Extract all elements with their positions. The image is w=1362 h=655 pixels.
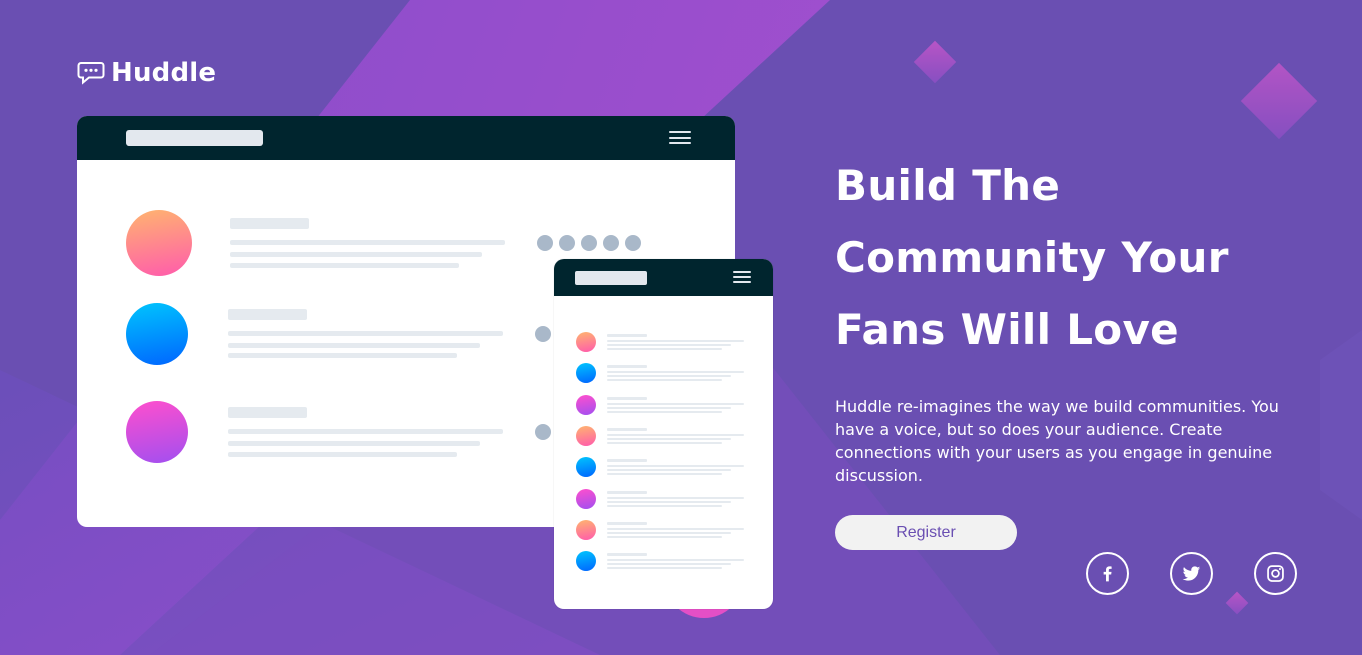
hamburger-menu-icon	[669, 131, 691, 144]
headline-line: Community Your	[835, 233, 1229, 282]
mockup-list-item	[554, 332, 773, 354]
mockup-browser-bar	[77, 116, 735, 160]
mockup-url-placeholder	[126, 130, 263, 146]
mockup-text-line	[607, 410, 722, 413]
mockup-text-line	[607, 427, 647, 431]
mockup-list-item	[554, 551, 773, 573]
mockup-text-line	[607, 535, 722, 538]
mockup-text-line	[607, 521, 647, 525]
mockup-text-line	[228, 452, 457, 457]
register-button[interactable]: Register	[835, 515, 1017, 550]
mockup-text-line	[228, 343, 480, 348]
mockup-text-line	[607, 348, 722, 350]
mockup-text-line	[230, 263, 459, 268]
mockup-text-line	[228, 309, 307, 320]
brand-name: Huddle	[111, 58, 217, 88]
mockup-text-line	[607, 379, 722, 382]
mockup-text-line	[228, 429, 503, 434]
mockup-text-line	[607, 433, 744, 436]
hero-description: Huddle re-imagines the way we build comm…	[835, 397, 1279, 485]
mockup-text-line	[228, 407, 307, 418]
brand-logo[interactable]: Huddle	[77, 58, 216, 88]
mockup-text-line	[230, 252, 482, 257]
mockup-text-line	[607, 406, 731, 409]
mockup-text-line	[607, 563, 731, 566]
mockup-text-line	[228, 441, 480, 446]
instagram-icon	[1267, 565, 1284, 582]
headline-line: Build The	[835, 161, 1061, 210]
mockup-text-line	[607, 527, 744, 530]
mockup-avatar	[126, 401, 188, 463]
mockup-text-line	[607, 490, 647, 494]
mockup-list-item	[554, 519, 773, 542]
mockup-text-line	[607, 375, 731, 378]
mockup-dot	[537, 235, 553, 251]
mockup-text-line	[607, 396, 647, 400]
facebook-icon	[1103, 566, 1112, 582]
mockup-avatar	[576, 363, 596, 384]
mockup-dot	[559, 235, 575, 251]
mockup-text-line	[607, 567, 722, 570]
mockup-text-line	[607, 459, 647, 463]
mockup-mobile-bar	[554, 259, 773, 296]
mockup-text-line	[230, 240, 505, 245]
mockup-dot	[625, 235, 641, 251]
mockup-text-line	[228, 331, 503, 336]
mockup-dot	[603, 235, 619, 251]
mockup-list-item	[554, 457, 773, 479]
twitter-link[interactable]	[1170, 552, 1213, 595]
mockup-text-line	[607, 334, 647, 337]
mockup-text-line	[607, 496, 744, 499]
mockup-text-line	[607, 531, 731, 534]
mockup-avatar	[576, 457, 596, 478]
mockup-avatar	[576, 394, 596, 415]
mockup-text-line	[607, 371, 744, 374]
mockup-list-item	[554, 425, 773, 448]
mockup-text-line	[607, 559, 744, 562]
mockup-list-item	[554, 488, 773, 511]
mockup-avatar	[576, 425, 596, 446]
mockup-text-line	[607, 340, 744, 342]
hero-headline: Build The Community Your Fans Will Love	[835, 150, 1305, 366]
headline-line: Fans Will Love	[835, 305, 1179, 354]
mockup-url-placeholder	[575, 271, 647, 285]
mockup-avatar	[576, 332, 596, 352]
mockup-text-line	[230, 218, 309, 229]
mockup-avatar	[576, 519, 596, 540]
mockup-text-line	[607, 344, 731, 346]
mockup-text-line	[607, 465, 744, 468]
hamburger-menu-icon	[733, 271, 751, 283]
mockup-text-line	[607, 553, 647, 557]
chat-bubble-icon	[77, 62, 105, 85]
mockup-text-line	[607, 365, 647, 369]
mockup-dot	[535, 424, 551, 440]
mockup-text-line	[607, 437, 731, 440]
mockup-text-line	[228, 353, 457, 358]
mockup-avatar	[576, 488, 596, 509]
mockup-avatar	[576, 551, 596, 572]
instagram-link[interactable]	[1254, 552, 1297, 595]
twitter-icon	[1182, 566, 1201, 581]
mockup-text-line	[607, 469, 731, 472]
mockup-avatar	[126, 210, 192, 276]
mockup-list-item	[554, 394, 773, 417]
facebook-link[interactable]	[1086, 552, 1129, 595]
mockup-text-line	[607, 441, 722, 444]
mobile-mockup-illustration	[554, 259, 773, 609]
mockup-text-line	[607, 504, 722, 507]
mockup-dot	[581, 235, 597, 251]
mockup-avatar	[126, 303, 188, 365]
mockup-text-line	[607, 500, 731, 503]
mockup-dot	[535, 326, 551, 342]
mockup-text-line	[607, 473, 722, 476]
mockup-list-item	[554, 363, 773, 385]
mockup-text-line	[607, 402, 744, 405]
